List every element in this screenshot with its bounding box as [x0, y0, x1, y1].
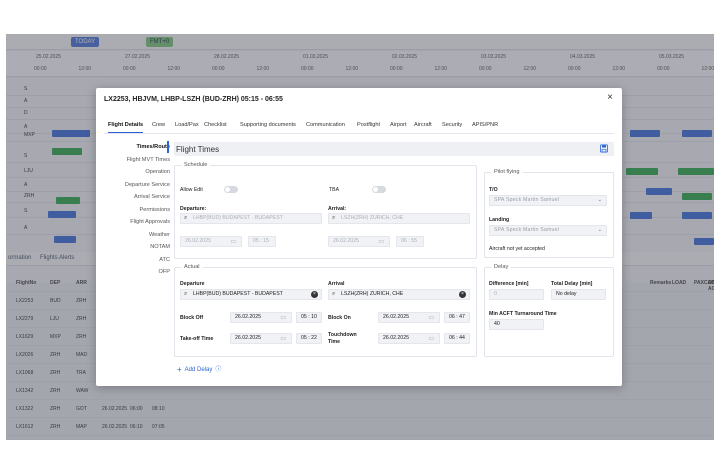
tab-aircraft[interactable]: Aircraft	[414, 122, 432, 128]
total-delay-input[interactable]: No delay	[551, 289, 606, 300]
side-nav-operation[interactable]: Operation	[145, 169, 170, 175]
calendar-icon: ▭	[280, 315, 286, 321]
tab-postflight[interactable]: Postflight	[357, 122, 380, 128]
landing-select[interactable]: SPA Speck Martin Samuel ⌄	[489, 225, 607, 236]
search-icon: ⌕	[332, 291, 336, 297]
side-nav-weather[interactable]: Weather	[149, 232, 170, 238]
block-on-date[interactable]: 26.02.2025 ▭	[378, 312, 440, 323]
block-off-time[interactable]: 05 : 10	[296, 312, 322, 323]
block-off-date[interactable]: 26.02.2025 ▭	[230, 312, 292, 323]
calendar-icon: ▭	[428, 315, 434, 321]
flight-details-modal: LX2253, HBJVM, LHBP-LSZH (BUD-ZRH) 05:15…	[96, 88, 622, 386]
flight-times-header: Flight Times	[174, 142, 614, 156]
clear-icon[interactable]: ×	[459, 291, 466, 298]
section-title: Flight Times	[176, 145, 220, 154]
side-nav-arrival-service[interactable]: Arrival Service	[134, 194, 170, 200]
actual-arrival-label: Arrival	[328, 281, 345, 287]
save-icon[interactable]	[600, 144, 608, 153]
schedule-dep-time[interactable]: 05 : 15	[248, 236, 276, 247]
side-nav-active-indicator	[167, 141, 169, 153]
aircraft-status-note: Aircraft not yet accepted	[489, 246, 545, 252]
touchdown-label: Touchdown Time	[328, 332, 357, 345]
touchdown-time[interactable]: 06 : 44	[444, 333, 470, 344]
actual-title: Actual	[181, 264, 203, 270]
allow-edit-toggle[interactable]	[224, 186, 238, 193]
delay-title: Delay	[491, 264, 512, 270]
plus-icon: +	[177, 365, 182, 374]
tba-label: TBA	[329, 187, 340, 193]
tab-crew[interactable]: Crew	[152, 122, 165, 128]
search-icon: ⌕	[184, 215, 188, 221]
schedule-arr-date[interactable]: 26.02.2025 ▭	[328, 236, 390, 247]
tab-checklist[interactable]: Checklist	[204, 122, 227, 128]
search-icon: ⌕	[184, 291, 188, 297]
actual-departure-label: Departure	[180, 281, 205, 287]
difference-label: Difference [min]	[489, 281, 529, 287]
schedule-departure-label: Departure:	[180, 206, 207, 212]
block-off-label: Block Off	[180, 315, 204, 321]
tba-toggle[interactable]	[372, 186, 386, 193]
calendar-icon: ▭	[280, 336, 286, 342]
tab-load-pax[interactable]: Load/Pax	[175, 122, 199, 128]
chevron-down-icon: ⌄	[597, 197, 602, 203]
tab-security[interactable]: Security	[442, 122, 462, 128]
tab-airport[interactable]: Airport	[390, 122, 406, 128]
tab-flight-details[interactable]: Flight Details	[108, 122, 144, 133]
allow-edit-label: Allow Edit	[180, 187, 203, 193]
side-nav-departure-service[interactable]: Departure Service	[125, 182, 170, 188]
schedule-arrival-label: Arrival:	[328, 206, 347, 212]
side-nav-times-route[interactable]: Times/Route	[137, 144, 170, 150]
block-on-time[interactable]: 06 : 47	[444, 312, 470, 323]
pilot-flying-title: Pilot flying	[491, 169, 523, 175]
takeoff-label: Take-off Time	[180, 336, 214, 342]
side-nav-permissions[interactable]: Permissions	[140, 207, 170, 213]
modal-title: LX2253, HBJVM, LHBP-LSZH (BUD-ZRH) 05:15…	[104, 96, 283, 103]
takeoff-date[interactable]: 26.02.2025 ▭	[230, 333, 292, 344]
side-nav-notam[interactable]: NOTAM	[150, 244, 170, 250]
schedule-arr-time[interactable]: 06 : 55	[396, 236, 424, 247]
to-label: T/O	[489, 187, 498, 193]
add-delay-button[interactable]: + Add Delay ⓘ	[177, 364, 221, 374]
tab-supporting-documents[interactable]: Supporting documents	[240, 122, 296, 128]
takeoff-time[interactable]: 05 : 22	[296, 333, 322, 344]
actual-arrival-input[interactable]: ⌕ LSZH(ZRH) ZURICH, CHE ×	[328, 289, 470, 300]
calendar-icon: ▭	[428, 336, 434, 342]
side-nav-atc[interactable]: ATC	[159, 257, 170, 263]
to-select[interactable]: SPA Speck Martin Samuel ⌄	[489, 195, 607, 206]
calendar-icon: ▭	[230, 239, 236, 245]
close-icon[interactable]: ×	[607, 92, 613, 103]
screen: TODAY FMT+0 25.02.2025 27.02.2025 28.02.20…	[0, 0, 718, 476]
total-delay-label: Total Delay [min]	[551, 281, 593, 287]
touchdown-date[interactable]: 26.02.2025 ▭	[378, 333, 440, 344]
actual-departure-input[interactable]: ⌕ LHBP(BUD) BUDAPEST - BUDAPEST ×	[180, 289, 322, 300]
block-on-label: Block On	[328, 315, 351, 321]
turnaround-label: Min ACFT Turnaround Time	[489, 311, 557, 317]
schedule-dep-date[interactable]: 26.02.2025 ▭	[180, 236, 242, 247]
tab-apis-pnr[interactable]: APIS/PNR	[472, 122, 498, 128]
chevron-down-icon: ⌄	[597, 227, 602, 233]
clear-icon[interactable]: ×	[311, 291, 318, 298]
calendar-icon: ▭	[378, 239, 384, 245]
side-nav-flight-approvals[interactable]: Flight Approvals	[130, 219, 170, 225]
tab-divider	[104, 133, 614, 134]
difference-input[interactable]: 0	[489, 289, 544, 300]
side-nav-ofp[interactable]: OFP	[159, 269, 171, 275]
schedule-title: Schedule	[181, 162, 211, 168]
side-nav-flight-mvt-times[interactable]: Flight MVT Times	[127, 157, 170, 163]
schedule-arrival-input[interactable]: ⌕ LSZH(ZRH) ZURICH, CHE	[328, 213, 470, 224]
info-icon: ⓘ	[215, 367, 222, 373]
tab-communication[interactable]: Communication	[306, 122, 345, 128]
schedule-departure-input[interactable]: ⌕ LHBP(BUD) BUDAPEST - BUDAPEST	[180, 213, 322, 224]
turnaround-input[interactable]: 40	[489, 319, 544, 330]
landing-label: Landing	[489, 217, 510, 223]
search-icon: ⌕	[332, 215, 336, 221]
